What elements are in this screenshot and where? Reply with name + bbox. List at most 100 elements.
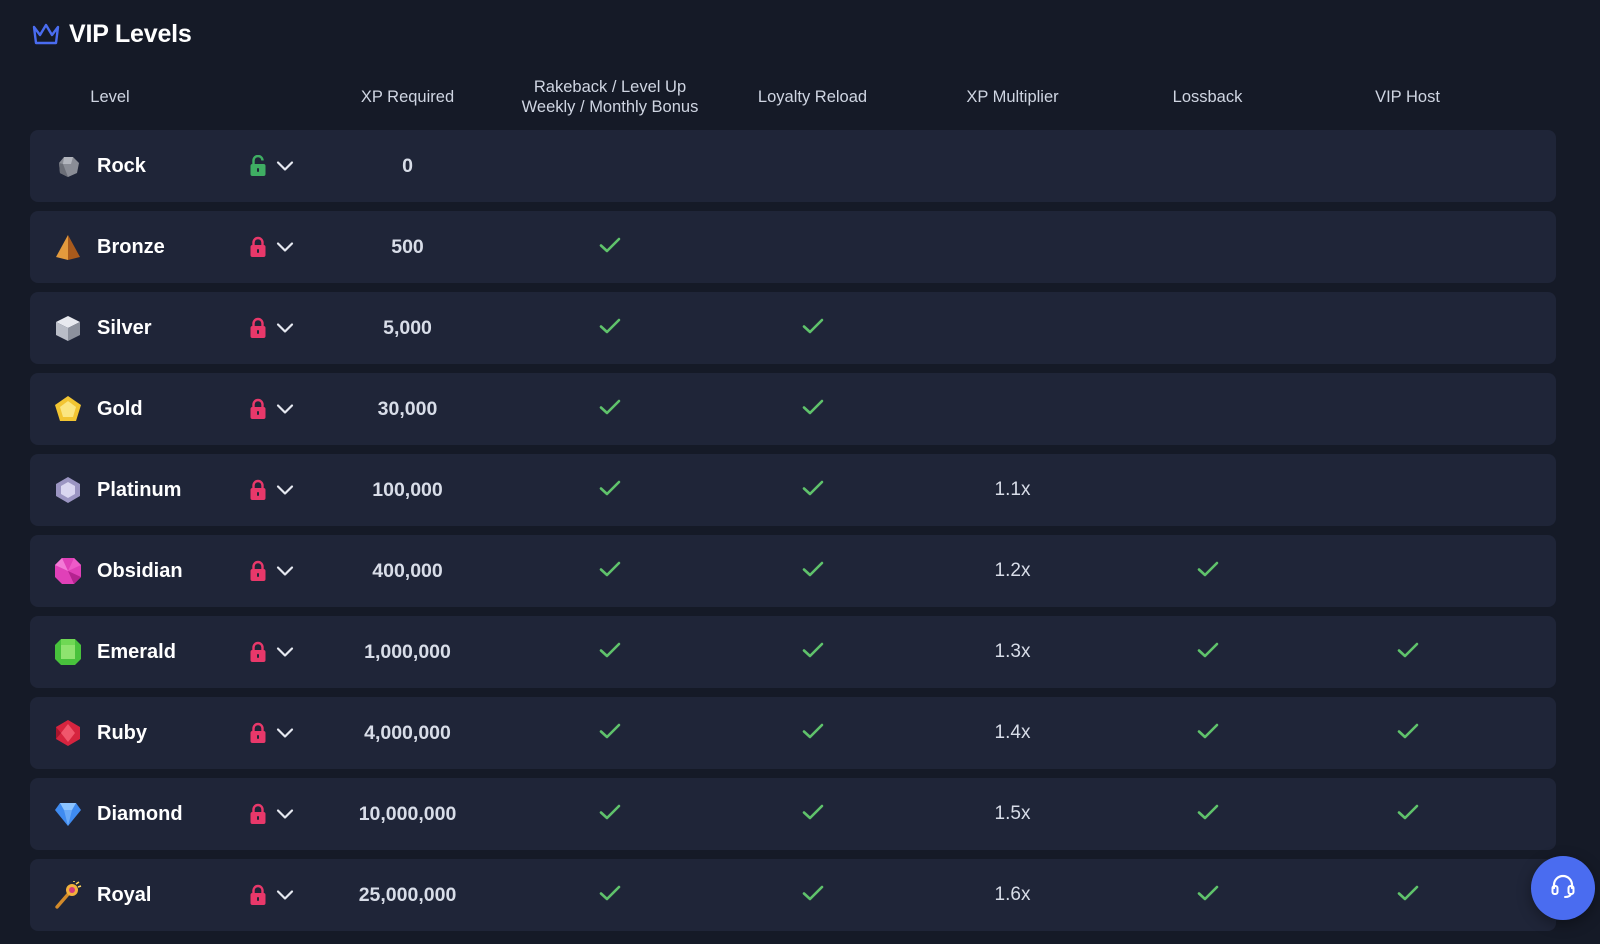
xp-multiplier-cell: 1.5x xyxy=(930,778,1095,850)
vip-level-row-obsidian[interactable]: Obsidian 400,000 1.2x xyxy=(30,535,1556,607)
loyalty-cell xyxy=(730,292,895,364)
check-icon xyxy=(599,480,621,501)
chevron-down-icon[interactable] xyxy=(276,482,294,498)
chevron-down-icon[interactable] xyxy=(276,806,294,822)
lock-open-icon xyxy=(249,154,267,177)
chevron-down-icon[interactable] xyxy=(276,644,294,660)
loyalty-cell xyxy=(730,778,895,850)
xp-required-cell: 4,000,000 xyxy=(335,697,480,769)
check-icon xyxy=(599,318,621,339)
lock-closed-icon xyxy=(249,479,267,501)
rakeback-cell xyxy=(505,859,715,931)
check-icon xyxy=(1397,642,1419,663)
xp-required-value: 5,000 xyxy=(383,316,432,339)
vip-level-row-gold[interactable]: Gold 30,000 xyxy=(30,373,1556,445)
xp-required-value: 30,000 xyxy=(377,397,438,420)
vip-level-row-emerald[interactable]: Emerald 1,000,000 1.3x xyxy=(30,616,1556,688)
check-icon xyxy=(1197,804,1219,825)
check-icon xyxy=(599,804,621,825)
check-icon xyxy=(802,480,824,501)
vip-level-row-royal[interactable]: Royal 25,000,000 1.6x xyxy=(30,859,1556,931)
vip-level-row-rock[interactable]: Rock 0 xyxy=(30,130,1556,202)
vip-level-row-bronze[interactable]: Bronze 500 xyxy=(30,211,1556,283)
bronze-pyramid-icon xyxy=(54,233,82,261)
xp-multiplier-cell: 1.4x xyxy=(930,697,1095,769)
loyalty-cell xyxy=(730,697,895,769)
chevron-down-icon[interactable] xyxy=(276,887,294,903)
lossback-cell xyxy=(1140,778,1275,850)
header-loyalty-reload: Loyalty Reload xyxy=(757,88,868,106)
chevron-down-icon[interactable] xyxy=(276,320,294,336)
table-header: Level XP Required Rakeback / Level Up We… xyxy=(30,72,1556,122)
xp-required-cell: 30,000 xyxy=(335,373,480,445)
crown-icon xyxy=(31,21,61,47)
check-icon xyxy=(599,237,621,258)
level-name: Silver xyxy=(97,316,152,339)
xp-multiplier-value: 1.1x xyxy=(994,479,1031,500)
lossback-cell xyxy=(1140,859,1275,931)
xp-required-value: 1,000,000 xyxy=(364,640,451,663)
ruby-gem-icon xyxy=(54,719,82,747)
lossback-cell xyxy=(1140,616,1275,688)
lock-closed-icon xyxy=(249,317,267,339)
xp-required-cell: 10,000,000 xyxy=(335,778,480,850)
check-icon xyxy=(802,723,824,744)
level-name: Rock xyxy=(97,154,146,177)
xp-required-cell: 400,000 xyxy=(335,535,480,607)
xp-multiplier-value: 1.2x xyxy=(994,560,1031,581)
level-name: Royal xyxy=(97,883,152,906)
loyalty-cell xyxy=(730,373,895,445)
host-cell xyxy=(1340,616,1475,688)
level-name: Platinum xyxy=(97,478,182,501)
support-chat-button[interactable] xyxy=(1531,856,1595,920)
header-xp-required: XP Required xyxy=(360,88,455,106)
host-cell xyxy=(1340,697,1475,769)
level-name: Emerald xyxy=(97,640,176,663)
gold-pentagon-icon xyxy=(54,395,82,423)
rakeback-cell xyxy=(505,211,715,283)
silver-cube-icon xyxy=(54,314,82,342)
xp-required-cell: 0 xyxy=(335,130,480,202)
vip-level-row-platinum[interactable]: Platinum 100,000 1.1x xyxy=(30,454,1556,526)
header-lossback: Lossback xyxy=(1172,88,1243,106)
chevron-down-icon[interactable] xyxy=(276,239,294,255)
xp-required-cell: 1,000,000 xyxy=(335,616,480,688)
lock-closed-icon xyxy=(249,722,267,744)
royal-scepter-icon xyxy=(54,880,82,909)
chevron-down-icon[interactable] xyxy=(276,563,294,579)
headset-icon xyxy=(1548,871,1578,906)
check-icon xyxy=(802,642,824,663)
vip-level-row-diamond[interactable]: Diamond 10,000,000 1.5x xyxy=(30,778,1556,850)
xp-multiplier-value: 1.4x xyxy=(994,722,1031,743)
vip-level-row-ruby[interactable]: Ruby 4,000,000 1.4x xyxy=(30,697,1556,769)
xp-required-value: 400,000 xyxy=(372,559,443,582)
page-title: VIP Levels xyxy=(69,19,192,48)
check-icon xyxy=(599,885,621,906)
emerald-gem-icon xyxy=(54,638,82,666)
rakeback-cell xyxy=(505,778,715,850)
check-icon xyxy=(1397,804,1419,825)
xp-required-cell: 100,000 xyxy=(335,454,480,526)
header-vip-host: VIP Host xyxy=(1375,88,1440,106)
platinum-hexagon-icon xyxy=(54,476,82,504)
chevron-down-icon[interactable] xyxy=(276,158,294,174)
xp-multiplier-value: 1.6x xyxy=(994,884,1031,905)
xp-multiplier-value: 1.5x xyxy=(994,803,1031,824)
xp-required-cell: 500 xyxy=(335,211,480,283)
loyalty-cell xyxy=(730,616,895,688)
xp-multiplier-cell: 1.3x xyxy=(930,616,1095,688)
vip-level-row-silver[interactable]: Silver 5,000 xyxy=(30,292,1556,364)
check-icon xyxy=(802,399,824,420)
check-icon xyxy=(802,804,824,825)
check-icon xyxy=(599,561,621,582)
xp-required-cell: 5,000 xyxy=(335,292,480,364)
check-icon xyxy=(802,885,824,906)
chevron-down-icon[interactable] xyxy=(276,725,294,741)
host-cell xyxy=(1340,859,1475,931)
check-icon xyxy=(599,399,621,420)
level-name: Obsidian xyxy=(97,559,183,582)
lock-closed-icon xyxy=(249,884,267,906)
xp-multiplier-cell: 1.2x xyxy=(930,535,1095,607)
chevron-down-icon[interactable] xyxy=(276,401,294,417)
header-rakeback-line2: Weekly / Monthly Bonus xyxy=(521,98,699,116)
